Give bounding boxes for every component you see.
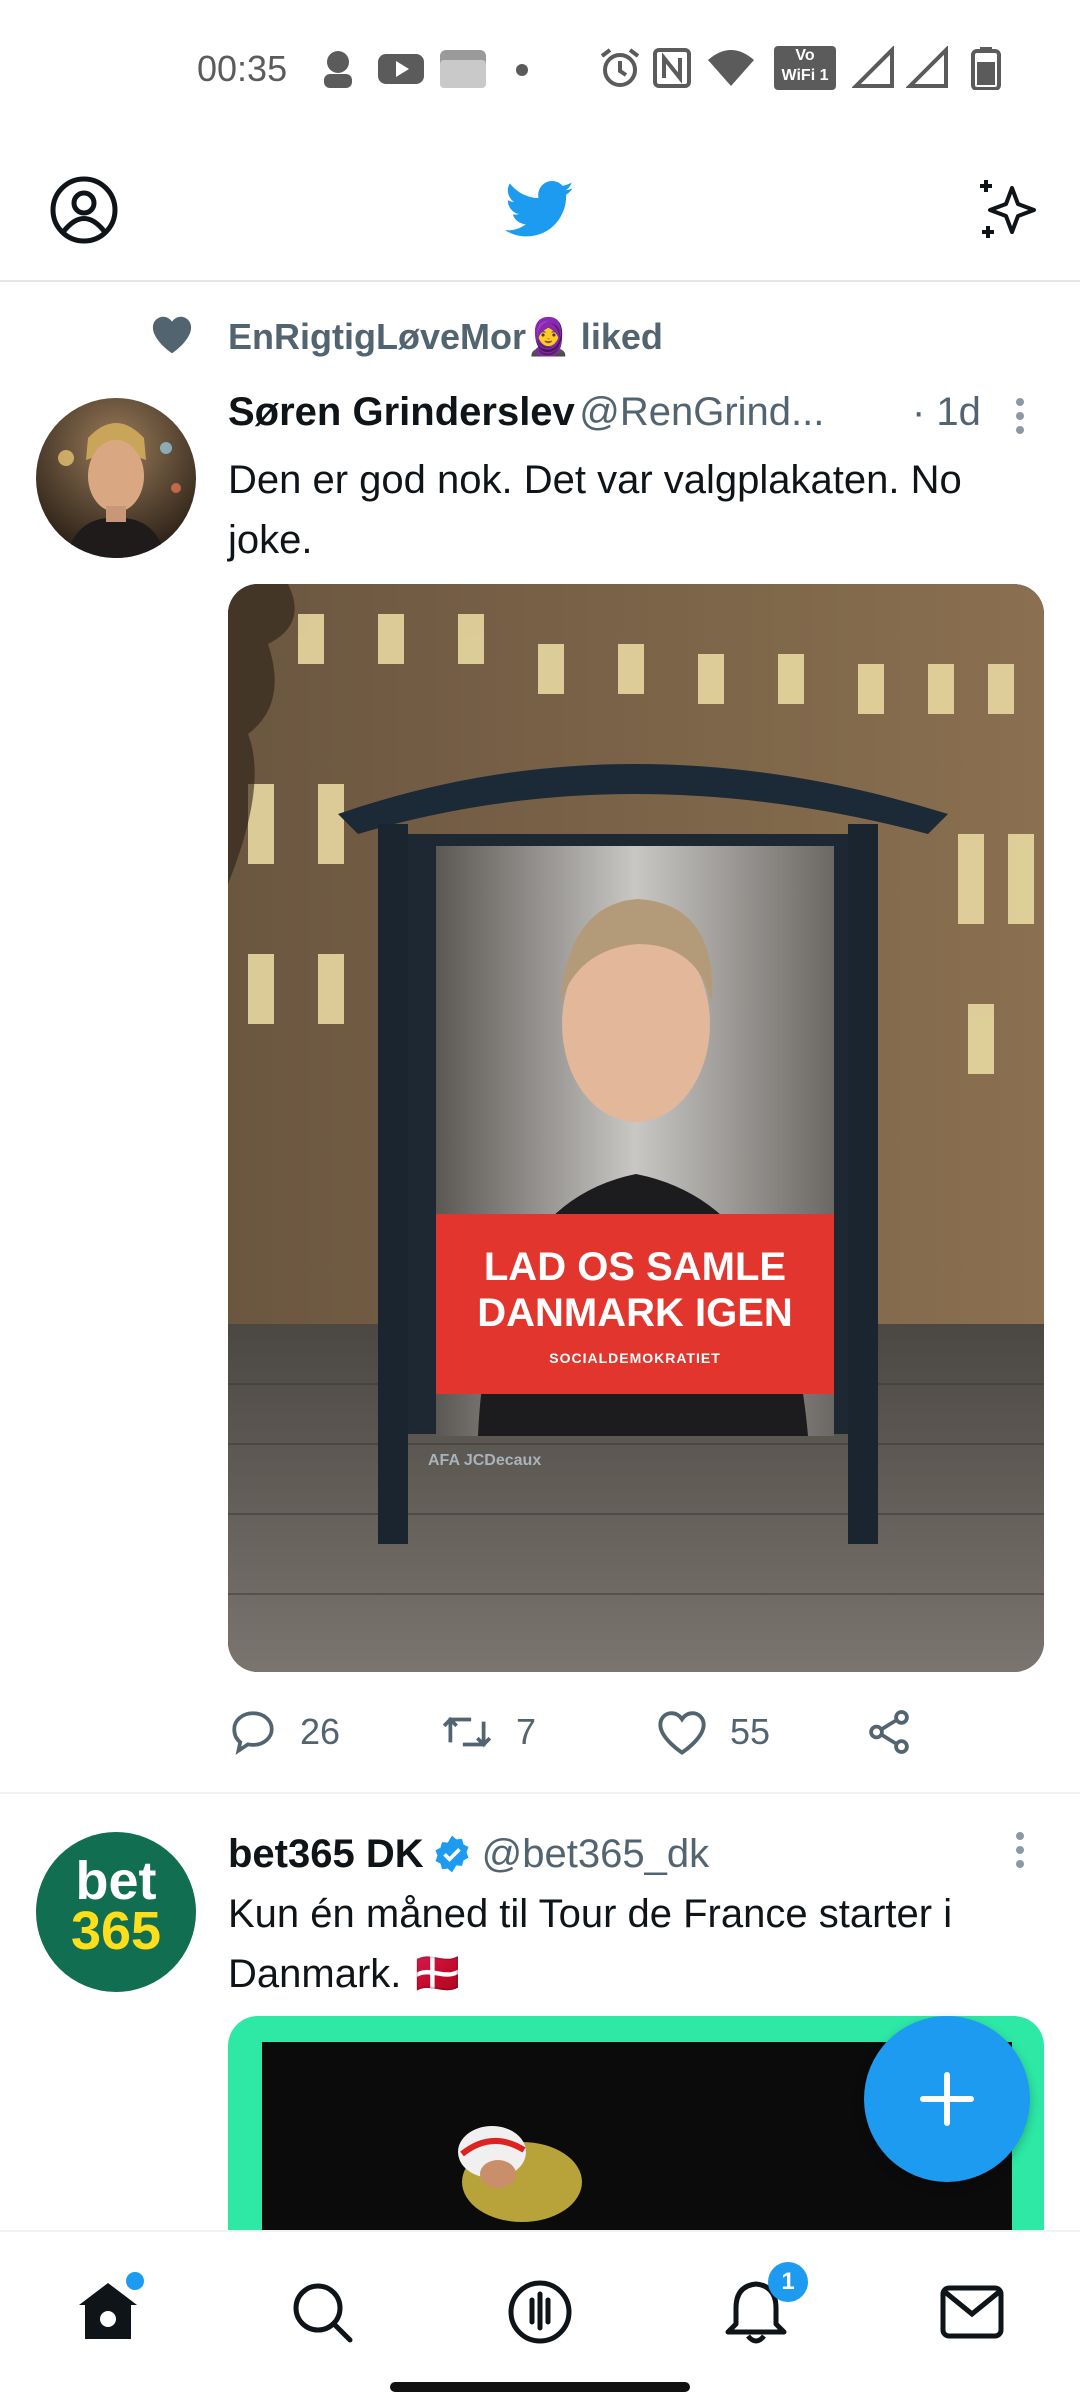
- author-handle[interactable]: @RenGrind...: [579, 390, 824, 434]
- youtube-icon: [378, 54, 424, 84]
- more-options-icon[interactable]: [1002, 1828, 1038, 1872]
- notification-badge: 1: [768, 2262, 808, 2302]
- signal-icon: [852, 46, 894, 88]
- nav-home[interactable]: [58, 2262, 158, 2362]
- nfc-icon: [653, 48, 691, 88]
- nav-spaces[interactable]: [490, 2262, 590, 2362]
- poster-party: SOCIALDEMOKRATIET: [549, 1350, 721, 1366]
- status-time: 00:35: [197, 48, 288, 89]
- battery-icon: [971, 47, 1001, 90]
- spaces-icon: [508, 2280, 572, 2344]
- volte-label: Vo: [795, 47, 815, 64]
- poster-line-1: LAD OS SAMLE: [483, 1245, 787, 1289]
- retweet-count: 7: [516, 1711, 537, 1752]
- new-content-dot: [126, 2272, 144, 2290]
- gesture-home-indicator[interactable]: [390, 2382, 690, 2392]
- volte-wifi-icon: Vo WiFi 1: [774, 46, 836, 90]
- wifi-calling-label: WiFi 1: [781, 67, 829, 84]
- plus-icon: [920, 2072, 974, 2126]
- tweet-media[interactable]: LAD OS SAMLE DANMARK IGEN SOCIALDEMOKRAT…: [228, 584, 1044, 1672]
- status-bar: 00:35 Vo WiFi 1: [0, 0, 1080, 140]
- nav-search[interactable]: [272, 2262, 372, 2362]
- reply-button[interactable]: 26: [228, 1702, 340, 1762]
- nav-notifications[interactable]: 1: [706, 2262, 808, 2362]
- share-icon: [869, 1710, 909, 1754]
- avatar-image: [36, 398, 196, 558]
- more-options-icon[interactable]: [1002, 394, 1038, 438]
- author-name[interactable]: bet365 DK: [228, 1832, 424, 1877]
- author-name[interactable]: Søren Grinderslev: [228, 390, 575, 434]
- top-tweets-button[interactable]: [958, 160, 1058, 260]
- retweet-button[interactable]: 7: [440, 1702, 536, 1762]
- bus-stop-poster-photo: [228, 584, 1044, 1672]
- signal-icon: [906, 46, 948, 88]
- avatar-text-1: bet: [75, 1851, 157, 1911]
- poster-line-2: DANMARK IGEN: [477, 1291, 793, 1335]
- tweet-time[interactable]: · 1d: [912, 390, 981, 435]
- author-handle[interactable]: @bet365_dk: [482, 1832, 709, 1877]
- tweet-actions: 26 7 55: [228, 1702, 1028, 1762]
- profile-dot-icon: [324, 51, 352, 88]
- nav-messages[interactable]: [922, 2262, 1022, 2362]
- retweet-icon: [442, 1716, 492, 1748]
- profile-button[interactable]: [34, 160, 134, 260]
- alarm-icon: [600, 48, 640, 87]
- avatar[interactable]: [36, 398, 196, 558]
- heart-filled-icon: [152, 316, 192, 354]
- tweet-text: Den er god nok. Det var valgplakaten. No…: [228, 458, 962, 562]
- poster-headline: LAD OS SAMLE DANMARK IGEN: [436, 1244, 834, 1336]
- photo-icon: [440, 50, 486, 88]
- wifi-icon: [708, 50, 754, 86]
- tweet[interactable]: EnRigtigLøveMor🧕 liked Søren Grinderslev…: [0, 282, 1080, 1792]
- avatar[interactable]: bet 365: [36, 1832, 196, 1992]
- like-button[interactable]: 55: [656, 1702, 770, 1762]
- reply-icon: [232, 1711, 274, 1755]
- twitter-logo[interactable]: [490, 160, 590, 260]
- compose-tweet-button[interactable]: [864, 2016, 1030, 2182]
- bet365-logo: bet 365: [36, 1851, 196, 1961]
- poster-credit: AFA JCDecaux: [428, 1452, 542, 1469]
- social-context[interactable]: EnRigtigLøveMor🧕 liked: [228, 316, 663, 358]
- verified-badge-icon: [435, 1835, 469, 1873]
- twitter-bird-icon: [505, 181, 574, 237]
- profile-icon: [50, 176, 118, 244]
- avatar-text-2: 365: [70, 1901, 162, 1961]
- tweet-text: Kun én måned til Tour de France starter …: [228, 1892, 953, 1996]
- dot-icon: [516, 64, 528, 76]
- bottom-navigation: 1: [0, 2230, 1080, 2402]
- top-app-bar: [0, 140, 1080, 282]
- sparkle-icon: [980, 180, 1036, 238]
- share-button[interactable]: [864, 1702, 914, 1762]
- search-icon: [293, 2283, 353, 2343]
- heart-icon: [658, 1711, 706, 1755]
- reply-count: 26: [300, 1711, 341, 1752]
- like-count: 55: [730, 1711, 771, 1752]
- messages-icon: [940, 2285, 1004, 2339]
- tweet-header: bet365 DK @bet365_dk: [228, 1824, 1008, 1884]
